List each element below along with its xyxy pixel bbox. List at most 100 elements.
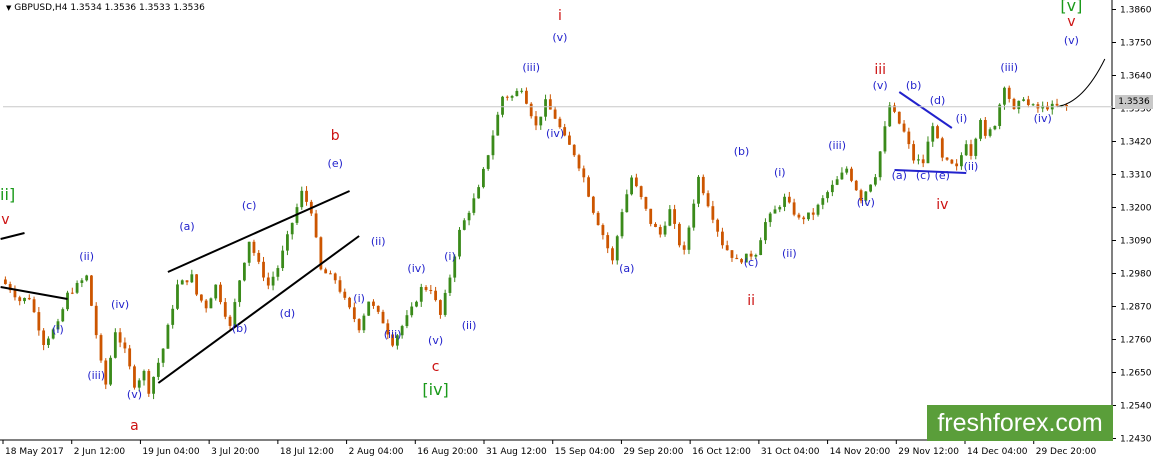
candle-body <box>195 274 198 295</box>
candle-body <box>429 289 433 291</box>
candle-body <box>367 301 371 316</box>
wave-label: (e) <box>935 169 950 182</box>
candle-body <box>333 273 337 281</box>
candle-body <box>133 366 136 388</box>
x-tick-label: 14 Nov 20:00 <box>830 447 891 457</box>
candle-body <box>520 90 524 92</box>
wave-label: iv <box>936 197 948 213</box>
candle-body <box>625 194 629 213</box>
candle-body <box>242 262 246 281</box>
candle-body <box>663 225 667 235</box>
y-tick-label: 1.3860 <box>1120 6 1152 16</box>
wave-label: a <box>130 418 139 434</box>
candle-body <box>166 324 170 349</box>
candle-body <box>338 280 342 292</box>
wave-label: (v) <box>127 388 142 401</box>
candle-body <box>649 208 653 224</box>
candle-body <box>577 155 581 169</box>
x-tick-label: 29 Sep 20:00 <box>623 447 683 457</box>
x-tick-label: 2 Aug 04:00 <box>349 447 404 457</box>
x-tick-label: 15 Sep 04:00 <box>555 447 615 457</box>
candle-body <box>252 241 256 253</box>
wave-label: (ii) <box>79 250 94 263</box>
candle-body <box>572 144 576 156</box>
candle-body <box>37 312 41 331</box>
candle-body <box>644 196 648 209</box>
candle-body <box>66 292 69 310</box>
candle-body <box>778 206 782 210</box>
wave-label: (b) <box>906 79 922 92</box>
candle-body <box>161 348 165 363</box>
candle-body <box>329 273 332 275</box>
candle-body <box>381 311 385 324</box>
candle-body <box>759 240 763 256</box>
wave-label: (b) <box>734 145 750 158</box>
candle-body <box>525 90 528 104</box>
candle-body <box>1065 105 1068 107</box>
wave-label: ii <box>747 293 755 309</box>
wave-label: (iii) <box>87 369 105 382</box>
wave-label: (i) <box>774 166 786 179</box>
candle-body <box>883 126 887 152</box>
candle-body <box>998 104 1002 126</box>
candle-body <box>773 209 777 214</box>
candle-body <box>496 114 500 136</box>
wave-label: (v) <box>552 31 567 44</box>
candle-body <box>1017 100 1021 110</box>
candle-body <box>505 96 509 98</box>
candle-body <box>764 222 767 241</box>
candle-body <box>448 277 452 293</box>
axes: 1.38601.37501.36401.35301.34201.33101.32… <box>0 0 1152 457</box>
candle-body <box>955 163 959 167</box>
candle-body <box>534 116 538 126</box>
candle-body <box>711 206 715 220</box>
candle-body <box>214 284 218 299</box>
x-tick-label: 29 Dec 20:00 <box>1036 447 1097 457</box>
wave-label: (ii) <box>782 247 797 260</box>
candle-body <box>1026 99 1030 105</box>
wave-label: iii <box>874 62 886 78</box>
candle-body <box>940 138 944 158</box>
candle-body <box>281 250 285 269</box>
candle-body <box>276 268 280 277</box>
wave-label: (v) <box>428 334 443 347</box>
candle-body <box>185 280 189 283</box>
candle-body <box>290 222 294 235</box>
candle-body <box>907 131 911 145</box>
candle-body <box>152 376 155 394</box>
candle-body <box>821 198 825 205</box>
candle-body <box>137 380 141 388</box>
wave-label: (ii) <box>964 160 979 173</box>
wave-label: i <box>558 8 562 24</box>
candle-body <box>171 308 175 325</box>
candle-body <box>735 257 739 260</box>
wave-label: (i) <box>353 292 365 305</box>
x-tick-label: 31 Aug 12:00 <box>486 447 547 457</box>
y-tick-label: 1.2870 <box>1120 303 1152 313</box>
x-tick-label: 2 Jun 12:00 <box>74 447 126 457</box>
candle-body <box>61 309 65 322</box>
candle-body <box>405 315 409 327</box>
y-tick-label: 1.2980 <box>1120 270 1152 280</box>
wave-label: v <box>1067 14 1075 30</box>
candle-body <box>558 118 562 128</box>
candle-body <box>802 217 806 220</box>
x-tick-label: 3 Jul 20:00 <box>211 447 260 457</box>
y-tick-label: 1.2760 <box>1120 336 1152 346</box>
candle-body <box>529 103 533 117</box>
candle-body <box>658 227 662 235</box>
candle-body <box>424 287 428 290</box>
candle-body <box>3 279 7 285</box>
candle-body <box>606 235 610 249</box>
trendline <box>0 232 25 240</box>
y-tick-label: 1.3750 <box>1120 39 1152 49</box>
wave-label: (a) <box>892 169 907 182</box>
candle-body <box>1007 87 1011 99</box>
candle-body <box>94 305 98 336</box>
symbol-dropdown-icon[interactable]: ▼ <box>6 4 11 12</box>
projection-path <box>1056 58 1106 108</box>
candle-body <box>156 362 160 377</box>
wave-label: (iii) <box>384 328 402 341</box>
x-tick-label: 19 Jun 04:00 <box>142 447 199 457</box>
candle-body <box>701 176 705 194</box>
